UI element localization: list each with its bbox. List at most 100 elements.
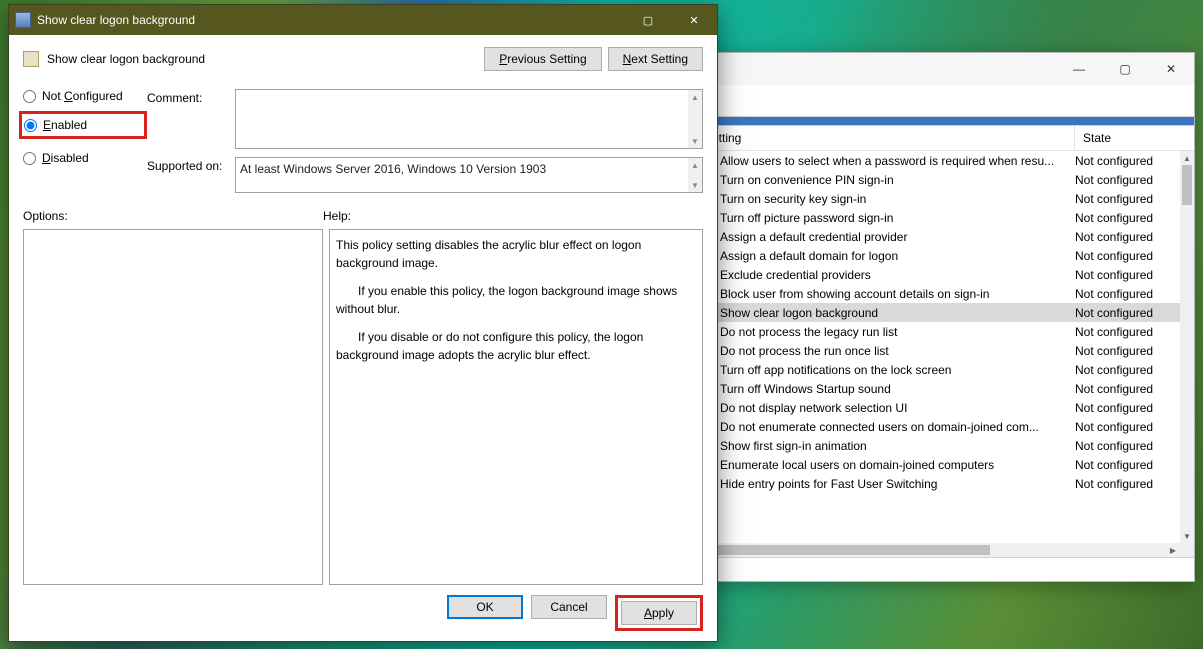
state-cell: Not configured xyxy=(1075,325,1172,339)
table-row[interactable]: ⋮⋮Allow users to select when a password … xyxy=(696,151,1180,170)
state-cell: Not configured xyxy=(1075,382,1172,396)
textarea-scrollbar[interactable]: ▲▼ xyxy=(688,158,702,192)
setting-cell: Assign a default credential provider xyxy=(720,230,1075,244)
ok-button[interactable]: OK xyxy=(447,595,523,619)
state-cell: Not configured xyxy=(1075,458,1172,472)
previous-setting-button[interactable]: Previous Setting xyxy=(484,47,601,71)
cancel-button[interactable]: Cancel xyxy=(531,595,607,619)
help-label: Help: xyxy=(323,209,351,223)
gpo-tabs xyxy=(696,557,1194,581)
state-cell: Not configured xyxy=(1075,192,1172,206)
state-cell: Not configured xyxy=(1075,420,1172,434)
table-row[interactable]: ⋮⋮Do not enumerate connected users on do… xyxy=(696,417,1180,436)
setting-cell: Turn off Windows Startup sound xyxy=(720,382,1075,396)
setting-cell: Turn on security key sign-in xyxy=(720,192,1075,206)
horizontal-scrollbar[interactable]: ◀ ▶ xyxy=(696,543,1194,557)
table-row[interactable]: ⋮⋮Exclude credential providersNot config… xyxy=(696,265,1180,284)
table-row[interactable]: ⋮⋮Enumerate local users on domain-joined… xyxy=(696,455,1180,474)
setting-cell: Allow users to select when a password is… xyxy=(720,154,1075,168)
table-row[interactable]: ⋮⋮Assign a default domain for logonNot c… xyxy=(696,246,1180,265)
table-row[interactable]: ⋮⋮Show first sign-in animationNot config… xyxy=(696,436,1180,455)
state-cell: Not configured xyxy=(1075,344,1172,358)
help-paragraph-1: This policy setting disables the acrylic… xyxy=(336,236,696,272)
options-pane xyxy=(23,229,323,585)
dialog-title: Show clear logon background xyxy=(37,13,625,27)
apply-highlight: Apply xyxy=(615,595,703,631)
setting-cell: Do not process the legacy run list xyxy=(720,325,1075,339)
state-cell: Not configured xyxy=(1075,287,1172,301)
table-row[interactable]: ⋮⋮Turn on security key sign-inNot config… xyxy=(696,189,1180,208)
chevron-right-icon[interactable]: ▶ xyxy=(1166,543,1180,557)
state-cell: Not configured xyxy=(1075,154,1172,168)
table-row[interactable]: ⋮⋮Turn off Windows Startup soundNot conf… xyxy=(696,379,1180,398)
table-row[interactable]: ⋮⋮Assign a default credential providerNo… xyxy=(696,227,1180,246)
gpo-toolbar xyxy=(696,85,1194,117)
apply-button[interactable]: Apply xyxy=(621,601,697,625)
table-row[interactable]: ⋮⋮Turn off app notifications on the lock… xyxy=(696,360,1180,379)
chevron-down-icon[interactable]: ▼ xyxy=(1180,529,1194,543)
maximize-button[interactable]: ▢ xyxy=(625,5,671,35)
comment-label: Comment: xyxy=(147,89,235,149)
table-row[interactable]: ⋮⋮Do not process the run once listNot co… xyxy=(696,341,1180,360)
dialog-header-label: Show clear logon background xyxy=(47,52,478,66)
close-button[interactable]: ✕ xyxy=(1148,53,1194,85)
table-row[interactable]: ⋮⋮Hide entry points for Fast User Switch… xyxy=(696,474,1180,493)
table-row[interactable]: ⋮⋮Do not display network selection UINot… xyxy=(696,398,1180,417)
minimize-button[interactable]: — xyxy=(1056,53,1102,85)
state-cell: Not configured xyxy=(1075,211,1172,225)
state-cell: Not configured xyxy=(1075,401,1172,415)
table-row[interactable]: ⋮⋮Turn on convenience PIN sign-inNot con… xyxy=(696,170,1180,189)
gpo-column-header[interactable]: Setting State xyxy=(696,126,1194,151)
gpo-titlebar[interactable]: — ▢ ✕ xyxy=(696,53,1194,85)
setting-cell: Do not enumerate connected users on doma… xyxy=(720,420,1075,434)
state-cell: Not configured xyxy=(1075,173,1172,187)
setting-cell: Show clear logon background xyxy=(720,306,1075,320)
help-paragraph-2: If you enable this policy, the logon bac… xyxy=(336,282,696,318)
policy-icon xyxy=(15,12,31,28)
gpo-tree-selection-strip xyxy=(696,117,1194,125)
setting-cell: Exclude credential providers xyxy=(720,268,1075,282)
table-row[interactable]: ⋮⋮Show clear logon backgroundNot configu… xyxy=(696,303,1180,322)
table-row[interactable]: ⋮⋮Block user from showing account detail… xyxy=(696,284,1180,303)
dialog-titlebar[interactable]: Show clear logon background ▢ ✕ xyxy=(9,5,717,35)
radio-disabled-input[interactable] xyxy=(23,152,36,165)
setting-cell: Do not display network selection UI xyxy=(720,401,1075,415)
scroll-thumb[interactable] xyxy=(710,545,990,555)
next-setting-button[interactable]: Next Setting xyxy=(608,47,703,71)
radio-not-configured[interactable]: Not Configured xyxy=(23,89,147,103)
column-setting[interactable]: Setting xyxy=(696,126,1075,150)
supported-label: Supported on: xyxy=(147,157,235,193)
textarea-scrollbar[interactable]: ▲▼ xyxy=(688,90,702,148)
setting-cell: Turn off picture password sign-in xyxy=(720,211,1075,225)
gpo-rows: ⋮⋮Allow users to select when a password … xyxy=(696,151,1194,557)
radio-not-configured-input[interactable] xyxy=(23,90,36,103)
options-label: Options: xyxy=(23,209,323,223)
policy-setting-icon xyxy=(23,51,39,67)
policy-dialog: Show clear logon background ▢ ✕ Show cle… xyxy=(8,4,718,642)
setting-cell: Show first sign-in animation xyxy=(720,439,1075,453)
vertical-scrollbar[interactable]: ▲ ▼ xyxy=(1180,151,1194,543)
chevron-up-icon[interactable]: ▲ xyxy=(1180,151,1194,165)
setting-cell: Turn off app notifications on the lock s… xyxy=(720,363,1075,377)
gpo-list-window: — ▢ ✕ Setting State ⋮⋮Allow users to sel… xyxy=(695,52,1195,582)
state-cell: Not configured xyxy=(1075,306,1172,320)
comment-textarea[interactable]: ▲▼ xyxy=(235,89,703,149)
scroll-thumb[interactable] xyxy=(1182,165,1192,205)
radio-disabled[interactable]: Disabled xyxy=(23,151,147,165)
table-row[interactable]: ⋮⋮Turn off picture password sign-inNot c… xyxy=(696,208,1180,227)
tab-standard[interactable] xyxy=(735,560,764,580)
state-cell: Not configured xyxy=(1075,230,1172,244)
maximize-button[interactable]: ▢ xyxy=(1102,53,1148,85)
state-cell: Not configured xyxy=(1075,363,1172,377)
radio-enabled-input[interactable] xyxy=(24,119,37,132)
close-button[interactable]: ✕ xyxy=(671,5,717,35)
help-pane: This policy setting disables the acrylic… xyxy=(329,229,703,585)
radio-enabled[interactable]: Enabled xyxy=(19,111,147,139)
radio-enabled-label: Enabled xyxy=(43,118,87,132)
state-cell: Not configured xyxy=(1075,477,1172,491)
column-state[interactable]: State xyxy=(1075,126,1180,150)
setting-cell: Do not process the run once list xyxy=(720,344,1075,358)
table-row[interactable]: ⋮⋮Do not process the legacy run listNot … xyxy=(696,322,1180,341)
state-cell: Not configured xyxy=(1075,439,1172,453)
state-cell: Not configured xyxy=(1075,249,1172,263)
